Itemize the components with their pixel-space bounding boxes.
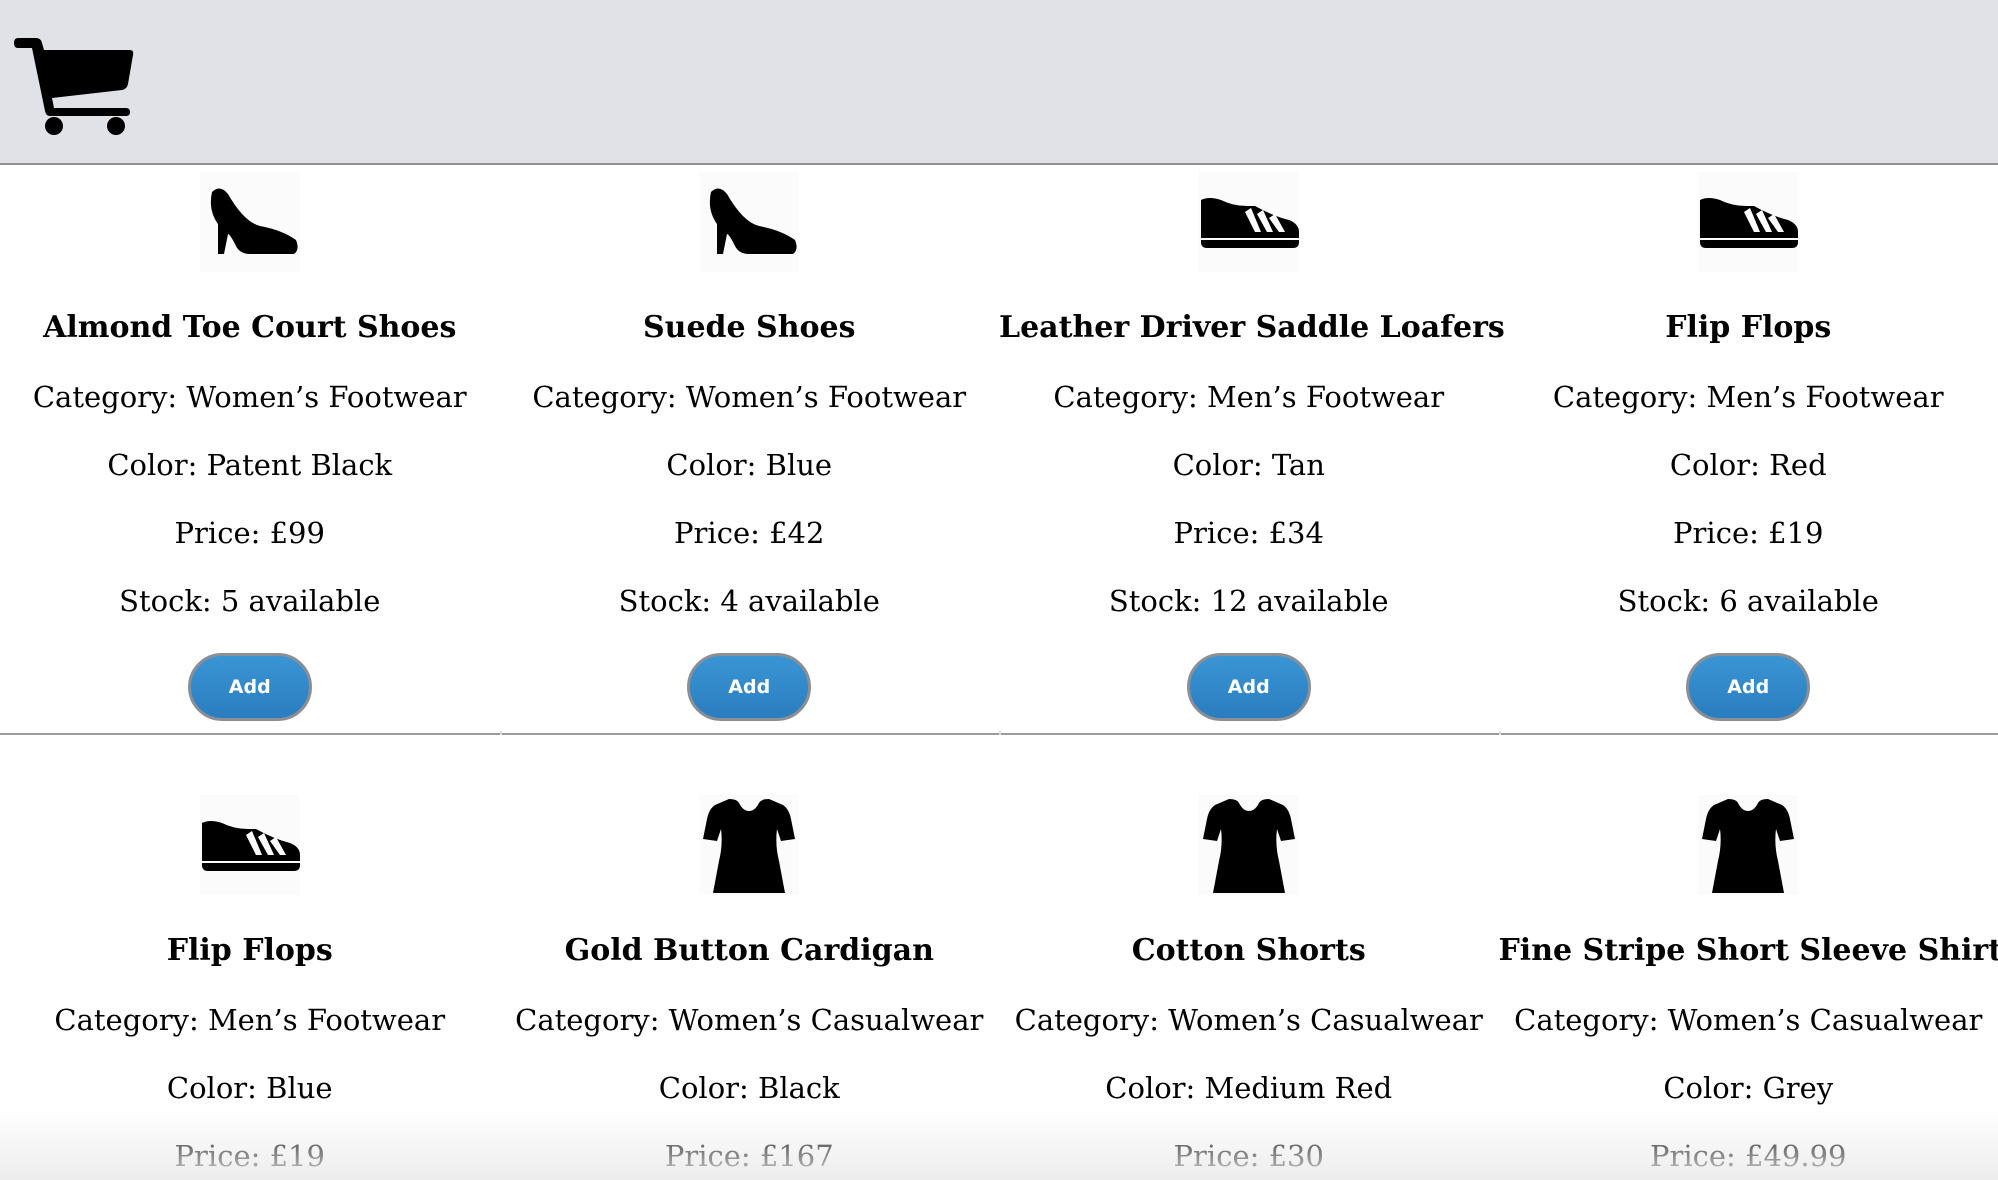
product-category: Category: Women’s Footwear	[532, 380, 967, 414]
product-color: Color: Medium Red	[1105, 1071, 1393, 1105]
product-color: Color: Grey	[1663, 1071, 1834, 1105]
product-category: Category: Women’s Casualwear	[1514, 1003, 1983, 1037]
product-card: Suede Shoes Category: Women’s Footwear C…	[499, 167, 1000, 735]
product-name: Suede Shoes	[642, 310, 856, 345]
product-stock: Stock: 4 available	[618, 584, 880, 618]
high-heel-shoe-icon	[699, 172, 800, 272]
product-card: Gold Button Cardigan Category: Women’s C…	[500, 735, 1000, 1174]
product-name: Leather Driver Saddle Loafers	[999, 310, 1505, 345]
product-row: Almond Toe Court Shoes Category: Women’s…	[0, 167, 1998, 735]
page-header	[0, 0, 1998, 165]
product-name: Flip Flops	[1665, 310, 1832, 345]
product-color: Color: Patent Black	[107, 448, 393, 482]
product-price: Price: £42	[674, 516, 825, 550]
product-price: Price: £34	[1173, 516, 1324, 550]
add-to-cart-button[interactable]: Add	[1686, 653, 1811, 721]
add-to-cart-button[interactable]: Add	[687, 653, 812, 721]
product-card: Flip Flops Category: Men’s Footwear Colo…	[1498, 167, 1998, 735]
product-name: Almond Toe Court Shoes	[43, 310, 457, 345]
sneaker-icon	[199, 795, 300, 895]
product-name: Flip Flops	[166, 933, 333, 968]
product-price: Price: £19	[1673, 516, 1824, 550]
product-price: Price: £30	[1173, 1139, 1324, 1173]
add-to-cart-button[interactable]: Add	[187, 653, 312, 721]
product-grid: Almond Toe Court Shoes Category: Women’s…	[0, 167, 1998, 1174]
sneaker-icon	[1198, 172, 1299, 272]
tshirt-icon	[699, 795, 800, 895]
product-category: Category: Men’s Footwear	[1053, 380, 1445, 414]
product-stock: Stock: 5 available	[119, 584, 381, 618]
product-price: Price: £99	[174, 516, 325, 550]
product-stock: Stock: 12 available	[1108, 584, 1389, 618]
product-color: Color: Tan	[1172, 448, 1325, 482]
product-price: Price: £19	[174, 1139, 325, 1173]
shopping-cart-icon[interactable]	[14, 32, 138, 136]
product-name: Gold Button Cardigan	[564, 933, 934, 968]
product-category: Category: Women’s Footwear	[32, 380, 467, 414]
product-price: Price: £49.99	[1649, 1139, 1847, 1173]
tshirt-icon	[1698, 795, 1799, 895]
product-color: Color: Blue	[166, 1071, 333, 1105]
product-category: Category: Women’s Casualwear	[1014, 1003, 1483, 1037]
product-price: Price: £167	[664, 1139, 834, 1173]
product-name: Fine Stripe Short Sleeve Shirt	[1498, 933, 1998, 968]
product-card: Flip Flops Category: Men’s Footwear Colo…	[0, 735, 500, 1174]
product-color: Color: Red	[1669, 448, 1827, 482]
product-category: Category: Men’s Footwear	[1552, 380, 1944, 414]
product-category: Category: Men’s Footwear	[54, 1003, 446, 1037]
product-row: Flip Flops Category: Men’s Footwear Colo…	[0, 735, 1998, 1174]
product-card: Cotton Shorts Category: Women’s Casualwe…	[999, 735, 1499, 1174]
product-category: Category: Women’s Casualwear	[515, 1003, 984, 1037]
product-card: Almond Toe Court Shoes Category: Women’s…	[0, 167, 500, 733]
add-to-cart-button[interactable]: Add	[1186, 653, 1311, 721]
tshirt-icon	[1198, 795, 1299, 895]
product-color: Color: Black	[658, 1071, 840, 1105]
product-color: Color: Blue	[666, 448, 833, 482]
product-name: Cotton Shorts	[1131, 933, 1366, 968]
product-stock: Stock: 6 available	[1617, 584, 1879, 618]
sneaker-icon	[1698, 172, 1799, 272]
high-heel-shoe-icon	[199, 172, 300, 272]
product-card: Leather Driver Saddle Loafers Category: …	[999, 167, 1505, 735]
product-card: Fine Stripe Short Sleeve Shirt Category:…	[1499, 735, 1998, 1174]
